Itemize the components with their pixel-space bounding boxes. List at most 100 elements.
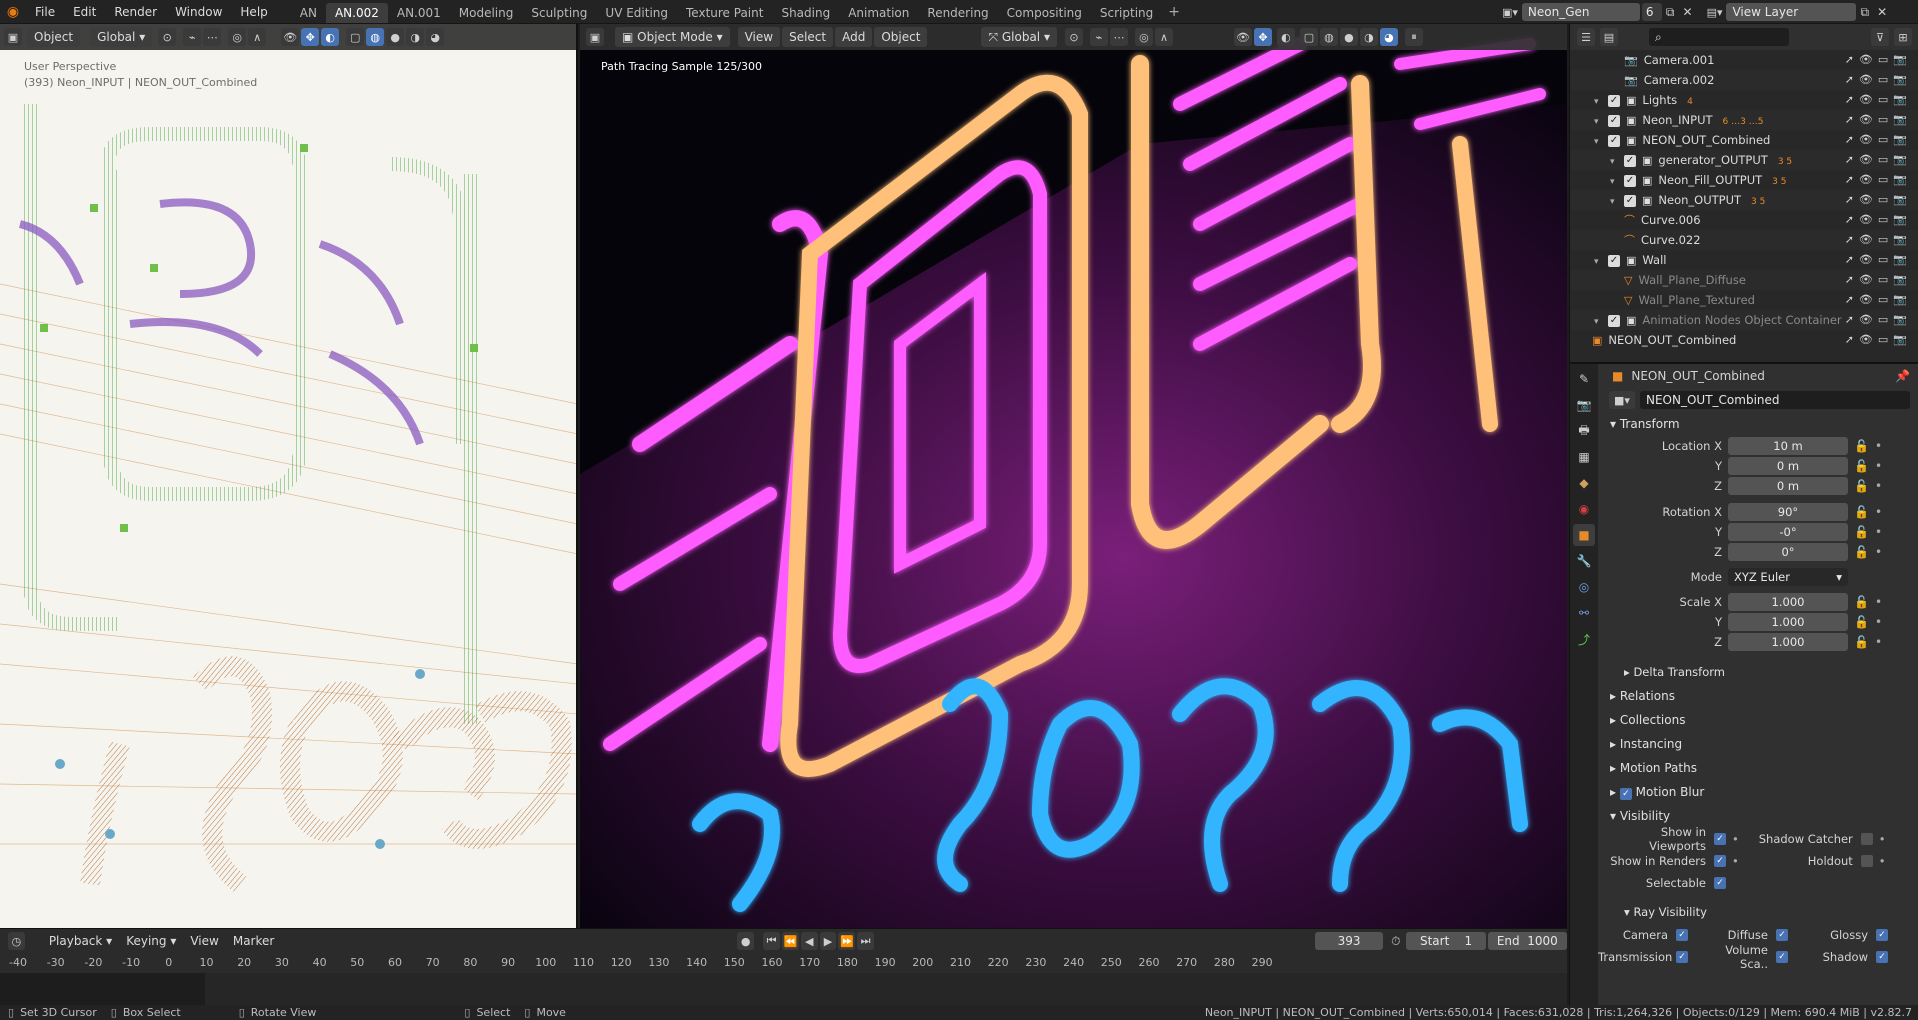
workspace-tab[interactable]: Texture Paint	[677, 3, 772, 23]
view-object-types-icon[interactable]: 👁	[281, 28, 300, 46]
overlay-toggle-icon[interactable]: ◐	[1276, 28, 1295, 46]
snap-icon[interactable]: ⌁	[1089, 28, 1108, 46]
visibility-toggles[interactable]: ➚👁▭📷	[1845, 330, 1912, 350]
pivot-icon[interactable]: ⊙	[1064, 28, 1083, 46]
expand-arrow-icon[interactable]: ▾	[1594, 312, 1608, 332]
orientation-dropdown[interactable]: ⤧ Global ▾	[981, 27, 1057, 47]
outliner-search-input[interactable]: ⌕	[1649, 28, 1789, 46]
menu-object[interactable]: Object	[874, 27, 928, 47]
close-view-layer-icon[interactable]: ✕	[1873, 5, 1891, 19]
view-menu[interactable]: View	[183, 931, 225, 951]
view-object-types-icon[interactable]: 👁	[1233, 28, 1252, 46]
transform-section-header[interactable]: ▾ Transform	[1598, 412, 1918, 436]
start-frame-field[interactable]: Start 1	[1406, 932, 1486, 950]
collection-checkbox[interactable]: ✓	[1608, 114, 1620, 127]
visibility-toggles[interactable]: ➚👁▭📷	[1845, 230, 1912, 250]
visibility-toggles[interactable]: ➚👁▭📷	[1845, 210, 1912, 230]
scale-z-field[interactable]: 1.000	[1728, 633, 1848, 651]
outliner-row[interactable]: ▾ ✓ ▣ Wall ➚👁▭📷	[1570, 250, 1918, 270]
outliner-row[interactable]: ▽ Wall_Plane_Textured ➚👁▭📷	[1570, 290, 1918, 310]
render-tab-icon[interactable]: 📷	[1573, 394, 1595, 416]
lock-icon[interactable]: 🔓	[1854, 505, 1869, 519]
outliner-row[interactable]: ▣ NEON_OUT_Combined ➚👁▭📷	[1570, 330, 1918, 350]
keyframe-dot-icon[interactable]: •	[1875, 545, 1882, 559]
visibility-toggles[interactable]: ➚👁▭📷	[1845, 270, 1912, 290]
proportional-edit-icon[interactable]: ◎	[228, 28, 247, 46]
workspace-tab[interactable]: AN.001	[388, 3, 450, 23]
current-frame-field[interactable]: 393	[1315, 932, 1384, 950]
workspace-tab[interactable]: UV Editing	[596, 3, 677, 23]
physics-tab-icon[interactable]: ◎	[1573, 576, 1595, 598]
rotation-mode-dropdown[interactable]: XYZ Euler ▾	[1728, 568, 1848, 586]
play-icon[interactable]: ▶	[819, 932, 837, 950]
new-collection-icon[interactable]: ⊞	[1894, 28, 1912, 46]
expand-arrow-icon[interactable]: ▾	[1594, 92, 1608, 112]
instancing-section[interactable]: ▸ Instancing	[1598, 732, 1918, 756]
workspace-tab[interactable]: Shading	[772, 3, 839, 23]
show-viewports-checkbox[interactable]: ✓	[1714, 833, 1726, 845]
keyframe-dot-icon[interactable]: •	[1875, 439, 1882, 453]
menu-render[interactable]: Render	[105, 0, 166, 24]
view-layer-icon[interactable]: ▤▾	[1707, 6, 1723, 19]
xray-toggle-icon[interactable]: ▢	[346, 28, 365, 46]
visibility-toggles[interactable]: ➚👁▭📷	[1845, 190, 1912, 210]
world-tab-icon[interactable]: ◉	[1573, 498, 1595, 520]
outliner-row[interactable]: ⌒ Curve.006 ➚👁▭📷	[1570, 210, 1918, 230]
rotation-z-field[interactable]: 0°	[1728, 543, 1848, 561]
expand-arrow-icon[interactable]: ▾	[1610, 172, 1624, 192]
menu-select[interactable]: Select	[782, 27, 834, 47]
ray-visibility-section[interactable]: ▾ Ray Visibility	[1598, 900, 1918, 924]
menu-file[interactable]: File	[26, 0, 64, 24]
collection-checkbox[interactable]: ✓	[1608, 314, 1620, 327]
visibility-toggles[interactable]: ➚👁▭📷	[1845, 290, 1912, 310]
close-scene-icon[interactable]: ✕	[1679, 5, 1697, 19]
keyframe-dot-icon[interactable]: •	[1732, 832, 1739, 846]
keyframe-dot-icon[interactable]: •	[1875, 525, 1882, 539]
menu-add[interactable]: Add	[835, 27, 873, 47]
lock-icon[interactable]: 🔓	[1854, 439, 1869, 453]
outliner-row[interactable]: ▾ ✓ ▣ generator_OUTPUT 3 5 ➚👁▭📷	[1570, 150, 1918, 170]
shading-wireframe-icon[interactable]: ◍	[366, 28, 385, 46]
lock-icon[interactable]: 🔓	[1854, 615, 1869, 629]
location-y-field[interactable]: 0 m	[1728, 457, 1848, 475]
add-workspace-icon[interactable]: +	[1162, 4, 1186, 20]
menu-edit[interactable]: Edit	[64, 0, 105, 24]
lock-icon[interactable]: 🔓	[1854, 635, 1869, 649]
overlay-toggle-icon[interactable]: ◐	[321, 28, 340, 46]
visibility-toggles[interactable]: ➚👁▭📷	[1845, 310, 1912, 330]
workspace-tab[interactable]: Animation	[839, 3, 918, 23]
scale-x-field[interactable]: 1.000	[1728, 593, 1848, 611]
rotation-x-field[interactable]: 90°	[1728, 503, 1848, 521]
workspace-tab[interactable]: Modeling	[450, 3, 523, 23]
ray-glossy-checkbox[interactable]: ✓	[1876, 929, 1888, 941]
motion-blur-section[interactable]: ▸ ✓ Motion Blur	[1598, 780, 1918, 804]
show-renders-checkbox[interactable]: ✓	[1714, 855, 1726, 867]
viewport-rendered[interactable]: ▣ ▣ Object Mode ▾ View Select Add Object…	[580, 24, 1567, 928]
visibility-toggles[interactable]: ➚👁▭📷	[1845, 170, 1912, 190]
lock-icon[interactable]: 🔓	[1854, 479, 1869, 493]
workspace-tab-active[interactable]: AN.002	[325, 2, 388, 23]
collections-section[interactable]: ▸ Collections	[1598, 708, 1918, 732]
filter-icon[interactable]: ⊽	[1871, 28, 1889, 46]
shading-material-icon[interactable]: ◑	[406, 28, 425, 46]
delta-transform-section[interactable]: ▸ Delta Transform	[1598, 660, 1918, 684]
ray-shadow-checkbox[interactable]: ✓	[1876, 951, 1888, 963]
shading-material-icon[interactable]: ◑	[1359, 28, 1378, 46]
outliner-row[interactable]: ▾ ✓ ▣ Neon_OUTPUT 3 5 ➚👁▭📷	[1570, 190, 1918, 210]
shadow-catcher-checkbox[interactable]	[1860, 833, 1873, 845]
timeline-ruler[interactable]: -40 -30 -20 -10 0 10 20 30 40 50 60 70 80 90 100 110 120…	[0, 953, 1567, 973]
viewport-wireframe[interactable]: ▣ Object Global ▾ ⊙ ⌁ ⋯ ◎ ∧ 👁 ✥ ◐ ▢ ◍ ● …	[0, 24, 578, 928]
outliner-row[interactable]: ▾ ✓ ▣ Animation Nodes Object Container ➚👁▭📷	[1570, 310, 1918, 330]
keyframe-dot-icon[interactable]: •	[1875, 615, 1882, 629]
marker-menu[interactable]: Marker	[226, 931, 281, 951]
shading-solid-icon[interactable]: ●	[386, 28, 405, 46]
shading-rendered-icon[interactable]: ◕	[1379, 28, 1398, 46]
play-reverse-icon[interactable]: ◀	[800, 932, 818, 950]
visibility-toggles[interactable]: ➚👁▭📷	[1845, 250, 1912, 270]
expand-arrow-icon[interactable]: ▾	[1610, 152, 1624, 172]
keyframe-dot-icon[interactable]: •	[1875, 635, 1882, 649]
menu-view[interactable]: View	[737, 27, 781, 47]
menu-window[interactable]: Window	[166, 0, 231, 24]
view-layer-field[interactable]: View Layer	[1726, 3, 1857, 21]
editor-type-icon[interactable]: ▣	[586, 28, 604, 46]
